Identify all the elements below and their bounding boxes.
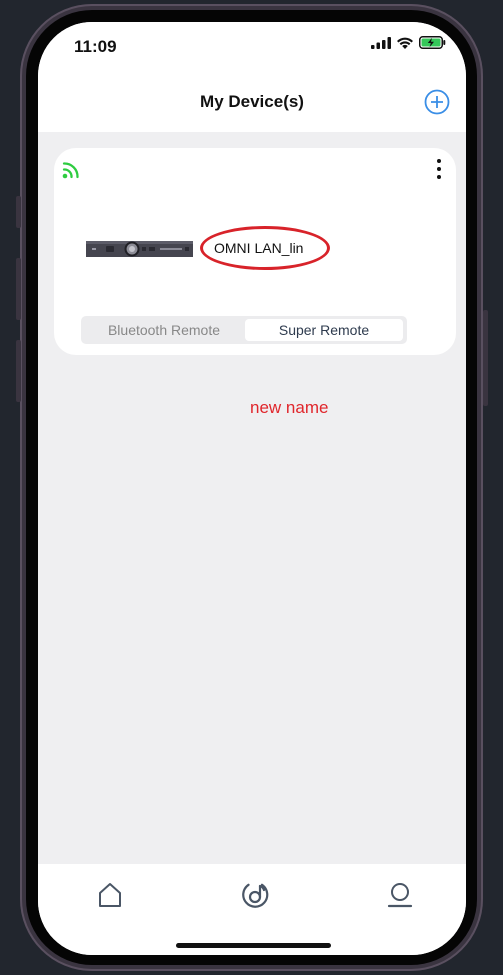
mute-switch [16,196,21,228]
status-bar: 11:09 [38,22,466,82]
wifi-status-icon [397,37,413,49]
add-device-button[interactable] [424,89,450,115]
music-disc-icon[interactable] [240,880,270,910]
tab-super-remote[interactable]: Super Remote [245,319,403,341]
volume-down-button [16,340,21,402]
status-icons [371,36,446,49]
status-time: 11:09 [74,37,117,56]
remote-mode-segmented-control: Bluetooth Remote Super Remote [81,316,407,344]
annotation-label: new name [250,398,329,417]
more-vertical-icon[interactable] [432,158,446,180]
page-title: My Device(s) [200,92,304,111]
device-card[interactable]: OMNI LAN_lin Bluetooth Remote Super Remo… [54,148,456,355]
nav-bar: My Device(s) [38,82,466,132]
home-indicator[interactable] [176,943,331,948]
screen: 11:09 My Device(s) OMNI LAN_lin Bluetoot… [38,22,466,955]
power-button [483,310,488,406]
volume-up-button [16,258,21,320]
tab-bluetooth-remote[interactable]: Bluetooth Remote [85,319,243,341]
user-icon[interactable] [385,880,415,910]
home-icon[interactable] [95,880,125,910]
highlight-ellipse [200,226,330,270]
tab-bar [38,864,466,955]
wifi-signal-icon [62,162,79,179]
device-image [86,241,193,257]
battery-charging-icon [419,36,446,49]
cellular-signal-icon [371,36,391,49]
